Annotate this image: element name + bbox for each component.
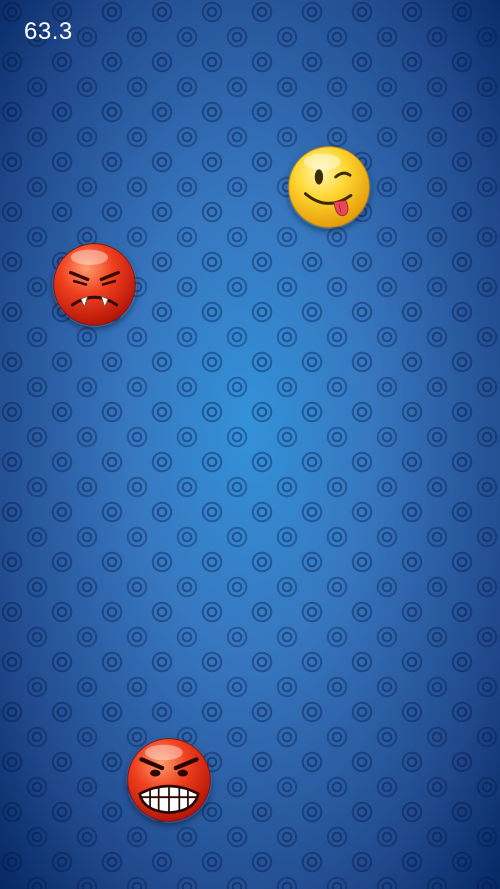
angry-red-emoji-icon[interactable] (52, 242, 137, 327)
background-swirl-pattern (0, 0, 500, 889)
timer-readout: 63.3 (24, 18, 73, 45)
winking-tongue-emoji-icon[interactable] (287, 145, 371, 229)
teeth-grinding-red-emoji-icon[interactable] (126, 737, 212, 823)
